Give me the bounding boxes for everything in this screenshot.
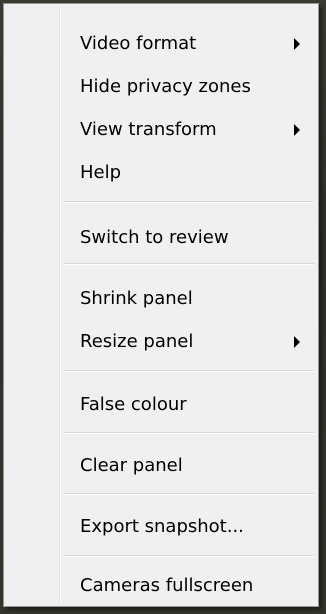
- context-menu: Video format Hide privacy zones View tra…: [3, 3, 319, 607]
- menu-item-help[interactable]: Help: [6, 153, 316, 193]
- menu-item-label: View transform: [80, 119, 217, 141]
- menu-separator: [64, 263, 314, 265]
- menu-separator: [64, 555, 314, 557]
- menu-item-label: Video format: [80, 33, 197, 55]
- menu-item-switch-to-review[interactable]: Switch to review: [6, 218, 316, 258]
- menu-item-clear-panel[interactable]: Clear panel: [6, 446, 316, 486]
- submenu-arrow-icon: [294, 336, 300, 348]
- menu-item-view-transform[interactable]: View transform: [6, 110, 316, 150]
- menu-separator: [64, 493, 314, 495]
- submenu-arrow-icon: [294, 124, 300, 136]
- menu-item-resize-panel[interactable]: Resize panel: [6, 322, 316, 362]
- menu-separator: [64, 432, 314, 434]
- menu-item-cameras-fullscreen[interactable]: Cameras fullscreen: [6, 566, 316, 606]
- submenu-arrow-icon: [294, 38, 300, 50]
- menu-item-shrink-panel[interactable]: Shrink panel: [6, 279, 316, 319]
- menu-item-label: False colour: [80, 394, 187, 416]
- menu-separator: [64, 201, 314, 203]
- menu-separator: [64, 370, 314, 372]
- menu-item-label: Hide privacy zones: [80, 76, 251, 98]
- menu-item-label: Shrink panel: [80, 288, 193, 310]
- menu-item-false-colour[interactable]: False colour: [6, 385, 316, 425]
- menu-item-label: Cameras fullscreen: [80, 575, 254, 597]
- menu-item-hide-privacy-zones[interactable]: Hide privacy zones: [6, 67, 316, 107]
- menu-item-label: Switch to review: [80, 227, 229, 249]
- menu-item-label: Resize panel: [80, 331, 194, 353]
- menu-item-label: Export snapshot...: [80, 516, 244, 538]
- menu-item-video-format[interactable]: Video format: [6, 24, 316, 64]
- menu-item-export-snapshot[interactable]: Export snapshot...: [6, 507, 316, 547]
- menu-item-label: Help: [80, 162, 122, 184]
- menu-item-label: Clear panel: [80, 455, 183, 477]
